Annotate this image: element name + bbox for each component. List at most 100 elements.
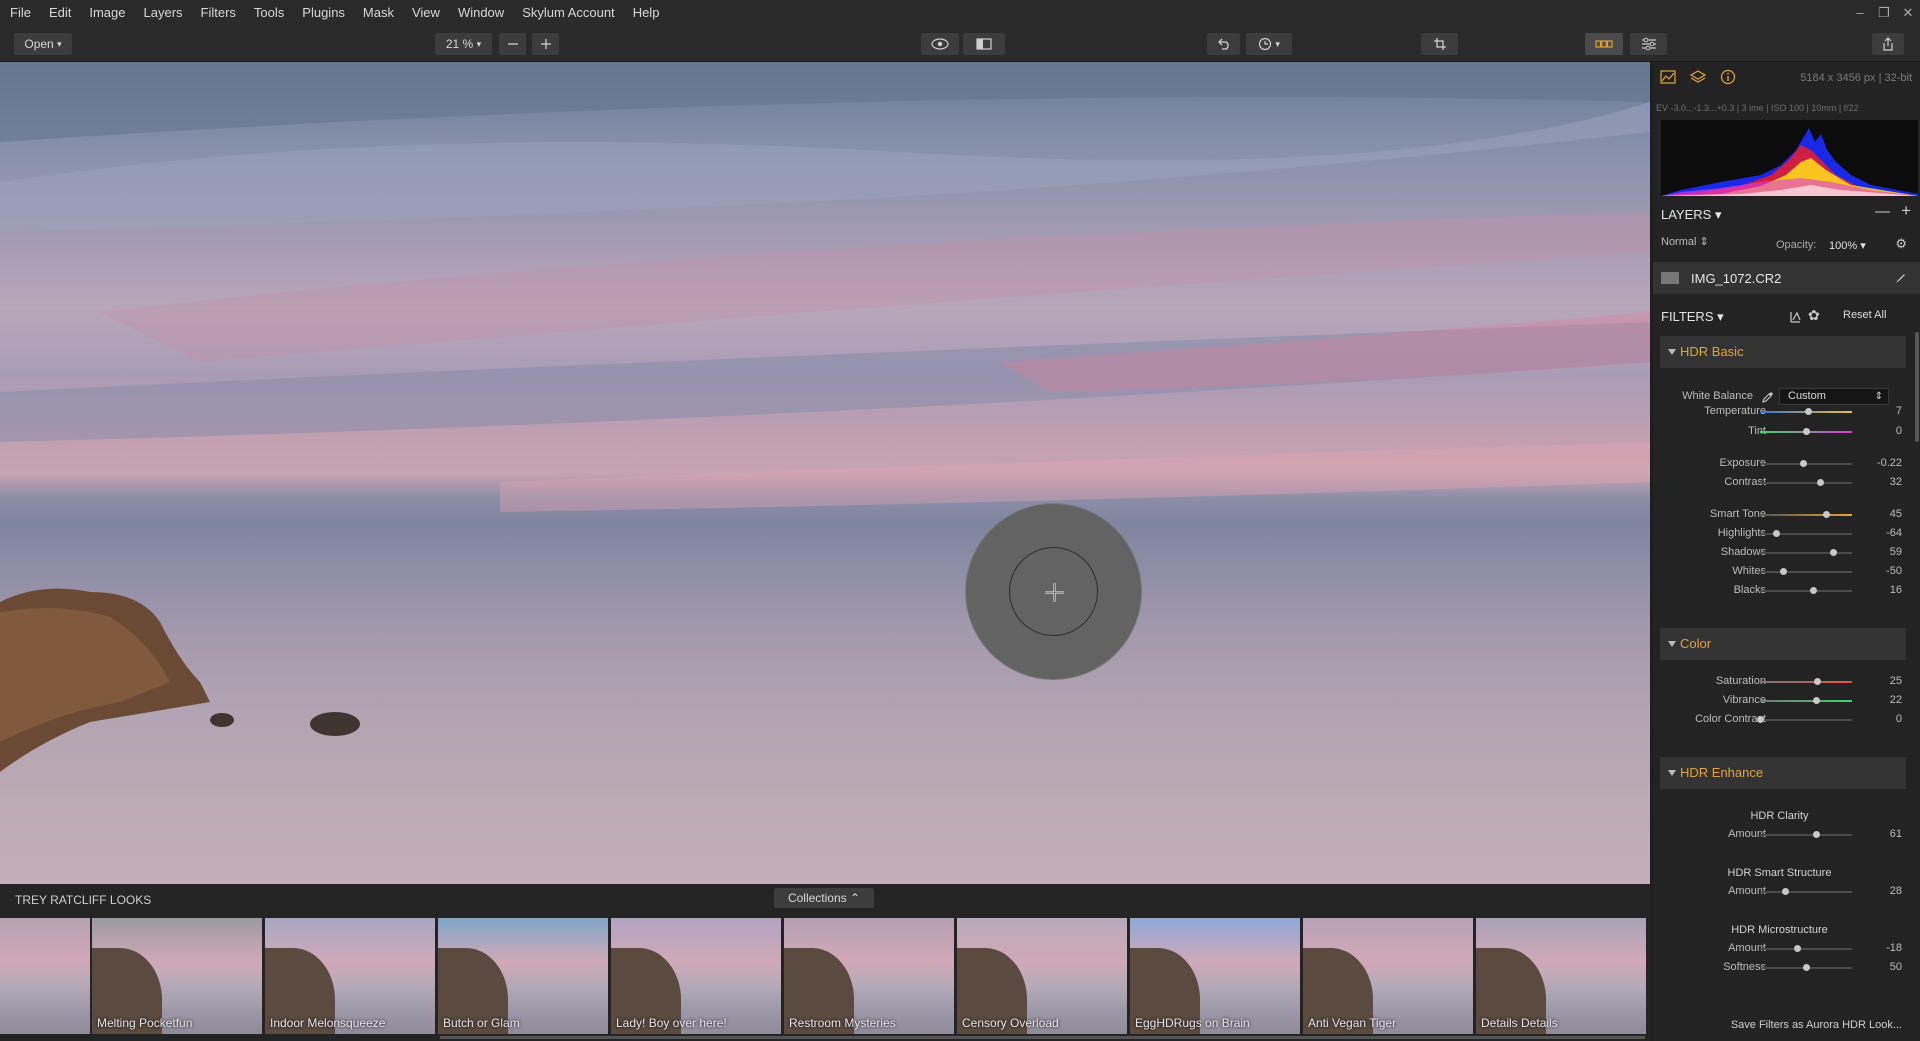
histogram-tab-icon[interactable] (1660, 69, 1676, 85)
minimize-button[interactable]: – (1848, 0, 1872, 25)
slider-track[interactable] (1760, 948, 1852, 950)
slider-tint[interactable]: Tint 0 (1653, 424, 1920, 440)
looks-toggle[interactable] (1585, 33, 1623, 55)
slider-track[interactable] (1760, 834, 1852, 836)
menu-edit[interactable]: Edit (40, 0, 80, 25)
slider-blacks[interactable]: Blacks 16 (1653, 583, 1920, 599)
share-button[interactable] (1872, 33, 1904, 55)
add-layer-icon[interactable]: + (1901, 201, 1911, 221)
slider-knob[interactable] (1812, 831, 1820, 838)
slider-track[interactable] (1760, 552, 1852, 554)
menu-layers[interactable]: Layers (135, 0, 192, 25)
slider-clarity-amount[interactable]: Amount 61 (1653, 827, 1920, 843)
menu-mask[interactable]: Mask (354, 0, 403, 25)
slider-color-contrast[interactable]: Color Contrast 0 (1653, 712, 1920, 728)
undo-button[interactable] (1207, 33, 1240, 55)
menu-plugins[interactable]: Plugins (293, 0, 354, 25)
slider-knob[interactable] (1817, 479, 1825, 486)
slider-structure-amount[interactable]: Amount 28 (1653, 884, 1920, 900)
reset-all-button[interactable]: Reset All (1843, 309, 1886, 321)
filters-title[interactable]: FILTERS ▾ (1661, 309, 1724, 325)
look-thumbnail[interactable]: Butch or Glam (438, 918, 608, 1034)
filter-settings-icon[interactable]: ✿ (1808, 307, 1820, 324)
gear-icon[interactable]: ⚙ (1895, 236, 1907, 252)
menu-filters[interactable]: Filters (192, 0, 245, 25)
crop-button[interactable] (1421, 33, 1458, 55)
slider-track[interactable] (1760, 482, 1852, 484)
slider-whites[interactable]: Whites -50 (1653, 564, 1920, 580)
slider-track[interactable] (1760, 681, 1852, 683)
close-button[interactable]: ✕ (1896, 0, 1920, 25)
layer-item[interactable]: IMG_1072.CR2 (1653, 262, 1920, 294)
slider-micro-softness[interactable]: Softness 50 (1653, 960, 1920, 976)
slider-track[interactable] (1760, 590, 1852, 592)
zoom-in-button[interactable] (532, 33, 559, 55)
look-thumbnail[interactable]: Censory Overload (957, 918, 1127, 1034)
slider-knob[interactable] (1799, 460, 1807, 467)
look-thumbnail[interactable]: Lady! Boy over here! (611, 918, 781, 1034)
white-balance-select[interactable]: Custom ⇕ (1779, 388, 1889, 405)
look-thumbnail[interactable]: Melting Pocketfun (92, 918, 262, 1034)
looks-scrollbar[interactable] (440, 1036, 1645, 1039)
slider-knob[interactable] (1830, 549, 1838, 556)
look-thumbnail[interactable]: Details Details (1476, 918, 1646, 1034)
menu-tools[interactable]: Tools (245, 0, 293, 25)
slider-knob[interactable] (1782, 888, 1790, 895)
slider-track[interactable] (1760, 514, 1852, 516)
hdr-enhance-header[interactable]: HDR Enhance (1660, 757, 1906, 789)
maximize-button[interactable]: ❐ (1872, 0, 1896, 25)
slider-track[interactable] (1760, 719, 1852, 721)
slider-knob[interactable] (1805, 408, 1813, 415)
blend-mode-select[interactable]: Normal ⇕ (1661, 235, 1709, 248)
filter-catalog-icon[interactable] (1789, 310, 1802, 323)
open-button[interactable]: Open ▾ (14, 33, 72, 55)
slider-temperature[interactable]: Temperature 7 (1653, 404, 1920, 420)
slider-vibrance[interactable]: Vibrance 22 (1653, 693, 1920, 709)
remove-layer-icon[interactable]: — (1875, 203, 1890, 220)
hdr-basic-header[interactable]: HDR Basic (1660, 336, 1906, 368)
preview-button[interactable] (921, 33, 959, 55)
color-header[interactable]: Color (1660, 628, 1906, 660)
info-tab-icon[interactable] (1720, 69, 1736, 85)
panel-scrollbar[interactable] (1915, 332, 1919, 442)
slider-smart-tone[interactable]: Smart Tone 45 (1653, 507, 1920, 523)
collections-button[interactable]: Collections ⌃ (774, 888, 874, 908)
slider-saturation[interactable]: Saturation 25 (1653, 674, 1920, 690)
slider-knob[interactable] (1802, 964, 1810, 971)
menu-help[interactable]: Help (624, 0, 669, 25)
slider-knob[interactable] (1809, 587, 1817, 594)
slider-knob[interactable] (1812, 697, 1820, 704)
slider-knob[interactable] (1756, 716, 1764, 723)
slider-highlights[interactable]: Highlights -64 (1653, 526, 1920, 542)
image-canvas[interactable] (0, 62, 1650, 884)
zoom-out-button[interactable] (499, 33, 526, 55)
slider-knob[interactable] (1802, 428, 1810, 435)
slider-knob[interactable] (1779, 568, 1787, 575)
slider-micro-amount[interactable]: Amount -18 (1653, 941, 1920, 957)
menu-window[interactable]: Window (449, 0, 513, 25)
look-thumbnail[interactable]: EggHDRugs on Brain (1130, 918, 1300, 1034)
slider-knob[interactable] (1813, 678, 1821, 685)
menu-image[interactable]: Image (80, 0, 134, 25)
slider-track[interactable] (1760, 571, 1852, 573)
layers-tab-icon[interactable] (1690, 69, 1706, 85)
slider-shadows[interactable]: Shadows 59 (1653, 545, 1920, 561)
compare-button[interactable] (963, 33, 1005, 55)
slider-contrast[interactable]: Contrast 32 (1653, 475, 1920, 491)
look-thumbnail[interactable]: Restroom Mysteries (784, 918, 954, 1034)
menu-skylum-account[interactable]: Skylum Account (513, 0, 624, 25)
adjustments-toggle[interactable] (1630, 33, 1667, 55)
look-thumbnail[interactable]: ygirl (0, 918, 90, 1034)
slider-exposure[interactable]: Exposure -0.22 (1653, 456, 1920, 472)
slider-track[interactable] (1760, 891, 1852, 893)
slider-knob[interactable] (1822, 511, 1830, 518)
menu-file[interactable]: File (0, 0, 40, 25)
menu-view[interactable]: View (403, 0, 449, 25)
slider-knob[interactable] (1773, 530, 1781, 537)
save-look-button[interactable]: Save Filters as Aurora HDR Look... (1731, 1019, 1902, 1031)
slider-knob[interactable] (1794, 945, 1802, 952)
look-thumbnail[interactable]: Indoor Melonsqueeze (265, 918, 435, 1034)
brush-icon[interactable] (1894, 272, 1906, 284)
opacity-value[interactable]: 100% ▾ (1829, 239, 1866, 252)
look-thumbnail[interactable]: Anti Vegan Tiger (1303, 918, 1473, 1034)
